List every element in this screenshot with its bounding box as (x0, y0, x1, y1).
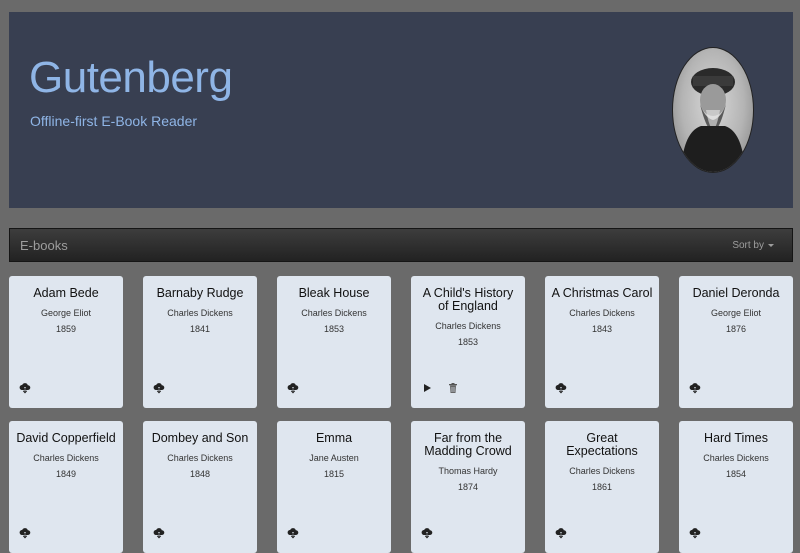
download-icon[interactable] (689, 382, 701, 394)
book-grid: Adam Bede George Eliot 1859 Barnaby Rudge Ch… (0, 0, 800, 553)
book-actions (287, 382, 299, 394)
download-icon[interactable] (421, 527, 433, 539)
book-author: Charles Dickens (167, 308, 233, 318)
book-title: A Child's History of England (422, 286, 514, 313)
book-actions (555, 527, 567, 539)
download-icon[interactable] (19, 527, 31, 539)
book-actions (421, 527, 433, 539)
book-title: Adam Bede (33, 286, 99, 300)
book-title: A Christmas Carol (551, 286, 653, 300)
book-title: Dombey and Son (151, 431, 249, 445)
book-actions (19, 527, 31, 539)
download-icon[interactable] (153, 382, 165, 394)
book-actions (689, 382, 701, 394)
trash-icon[interactable] (447, 382, 459, 394)
book-card[interactable]: Barnaby Rudge Charles Dickens 1841 (143, 276, 257, 408)
book-card[interactable]: A Christmas Carol Charles Dickens 1843 (545, 276, 659, 408)
book-year: 1848 (189, 469, 211, 479)
book-year: 1815 (323, 469, 345, 479)
book-title: Hard Times (704, 431, 768, 445)
book-card[interactable]: Hard Times Charles Dickens 1854 (679, 421, 793, 553)
download-icon[interactable] (287, 382, 299, 394)
book-title: Emma (315, 431, 353, 445)
book-year: 1841 (189, 324, 211, 334)
download-icon[interactable] (153, 527, 165, 539)
book-year: 1854 (725, 469, 747, 479)
book-year: 1876 (725, 324, 747, 334)
book-author: Charles Dickens (167, 453, 233, 463)
book-year: 1853 (457, 337, 479, 347)
book-actions (153, 382, 165, 394)
book-actions (555, 382, 567, 394)
book-card[interactable]: Emma Jane Austen 1815 (277, 421, 391, 553)
book-author: Jane Austen (309, 453, 359, 463)
book-card[interactable]: Daniel Deronda George Eliot 1876 (679, 276, 793, 408)
play-icon[interactable] (421, 382, 433, 394)
book-author: George Eliot (710, 308, 762, 318)
book-author: George Eliot (40, 308, 92, 318)
book-author: Charles Dickens (569, 308, 635, 318)
book-actions (689, 527, 701, 539)
book-author: Charles Dickens (569, 466, 635, 476)
book-card[interactable]: Dombey and Son Charles Dickens 1848 (143, 421, 257, 553)
download-icon[interactable] (19, 382, 31, 394)
book-title: Daniel Deronda (692, 286, 780, 300)
book-title: David Copperfield (16, 431, 116, 445)
download-icon[interactable] (555, 382, 567, 394)
book-actions (287, 527, 299, 539)
book-card[interactable]: Far from the Madding Crowd Thomas Hardy 18… (411, 421, 525, 553)
download-icon[interactable] (689, 527, 701, 539)
book-card[interactable]: A Child's History of England Charles Dick… (411, 276, 525, 408)
download-icon[interactable] (287, 527, 299, 539)
book-year: 1861 (591, 482, 613, 492)
book-title: Far from the Madding Crowd (424, 431, 512, 458)
book-card[interactable]: Great Expectations Charles Dickens 1861 (545, 421, 659, 553)
book-author: Charles Dickens (703, 453, 769, 463)
book-title: Bleak House (298, 286, 370, 300)
book-author: Charles Dickens (33, 453, 99, 463)
book-year: 1859 (55, 324, 77, 334)
book-year: 1849 (55, 469, 77, 479)
book-title: Barnaby Rudge (156, 286, 244, 300)
book-year: 1843 (591, 324, 613, 334)
book-title: Great Expectations (566, 431, 638, 458)
book-actions (19, 382, 31, 394)
download-icon[interactable] (555, 527, 567, 539)
book-author: Thomas Hardy (438, 466, 498, 476)
book-year: 1874 (457, 482, 479, 492)
book-card[interactable]: David Copperfield Charles Dickens 1849 (9, 421, 123, 553)
book-author: Charles Dickens (435, 321, 501, 331)
book-actions (421, 382, 459, 394)
book-actions (153, 527, 165, 539)
book-card[interactable]: Adam Bede George Eliot 1859 (9, 276, 123, 408)
book-author: Charles Dickens (301, 308, 367, 318)
book-year: 1853 (323, 324, 345, 334)
book-card[interactable]: Bleak House Charles Dickens 1853 (277, 276, 391, 408)
